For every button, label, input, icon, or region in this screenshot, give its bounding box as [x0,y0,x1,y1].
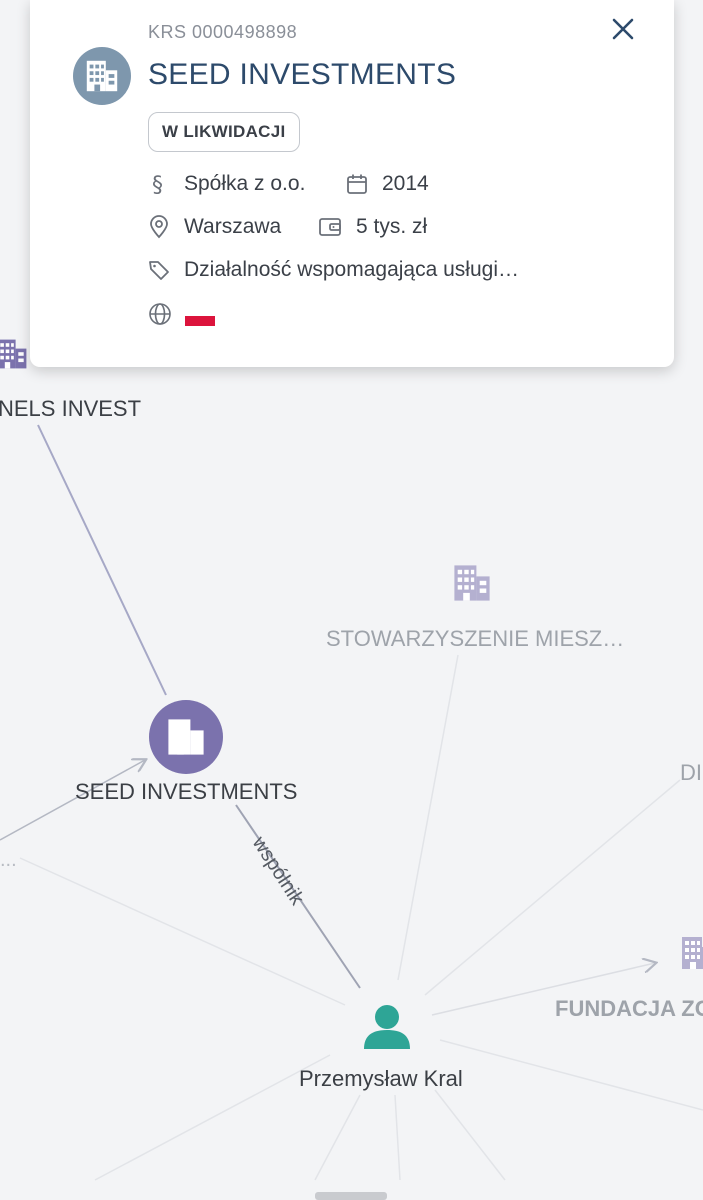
location-pin-icon [150,215,168,239]
company-name: SEED INVESTMENTS [148,58,457,91]
building-icon [0,339,27,369]
tag-icon [149,261,169,280]
node-label-di[interactable]: DI [680,760,702,786]
share-capital: 5 tys. zł [356,215,428,238]
edge-di-person [424,779,681,996]
edge-label-wspolnik: wspólnik [247,832,308,910]
business-activity: Działalność wspomagająca usługi… [184,258,519,281]
graph-node-stowarzyszenie[interactable] [454,565,490,601]
node-label-stowarzyszenie[interactable]: STOWARZYSZENIE MIESZ… [326,626,624,652]
close-icon [612,18,634,40]
founding-year: 2014 [382,172,429,195]
edge-stowarzyszenie-person [397,654,459,981]
year-row: 2014 [346,172,429,196]
building-icon [682,937,703,969]
edge-person-b2 [394,1094,401,1181]
wallet-icon [319,218,341,236]
close-button[interactable] [608,14,638,44]
company-info-card: KRS 0000498898 SEED INVESTMENTS W LIKWID… [30,0,674,367]
graph-node-left-partial: ... [0,849,17,871]
poland-flag-icon [185,306,215,326]
bottom-partial-element [315,1192,387,1200]
edge-person-b1 [314,1094,361,1181]
globe-icon [149,303,171,325]
country-row [148,302,186,326]
edge-person-bl1 [94,1054,331,1181]
activity-row: Działalność wspomagająca usługi… [148,258,519,282]
node-label-fundacja[interactable]: FUNDACJA ZO [555,996,703,1022]
company-avatar [73,47,131,105]
node-label-przemyslaw-kral[interactable]: Przemysław Kral [299,1066,463,1092]
graph-node-fundacja[interactable] [682,937,703,969]
edge-nels-seed [37,424,167,696]
node-label-nels-invest[interactable]: NELS INVEST [0,396,141,422]
city-row: Warszawa [148,215,281,239]
legal-form-row: § Spółka z o.o. [148,172,305,196]
svg-text:§: § [152,173,163,196]
capital-row: 5 tys. zł [318,215,427,239]
person-icon [364,1005,410,1049]
edge-person-b3 [434,1089,506,1181]
status-badge: W LIKWIDACJI [148,112,300,152]
building-icon [86,60,118,92]
node-label-seed-investments[interactable]: SEED INVESTMENTS [75,779,297,805]
krs-number: KRS 0000498898 [148,22,298,42]
graph-node-seed-investments[interactable] [149,700,223,774]
calendar-icon [347,174,367,194]
edge-person-right [439,1039,703,1111]
section-icon: § [152,173,163,196]
building-icon [454,565,490,601]
city: Warszawa [184,215,282,238]
graph-node-przemyslaw-kral[interactable] [364,1005,410,1049]
legal-form: Spółka z o.o. [184,172,306,195]
graph-node-nels-invest[interactable] [0,339,27,369]
